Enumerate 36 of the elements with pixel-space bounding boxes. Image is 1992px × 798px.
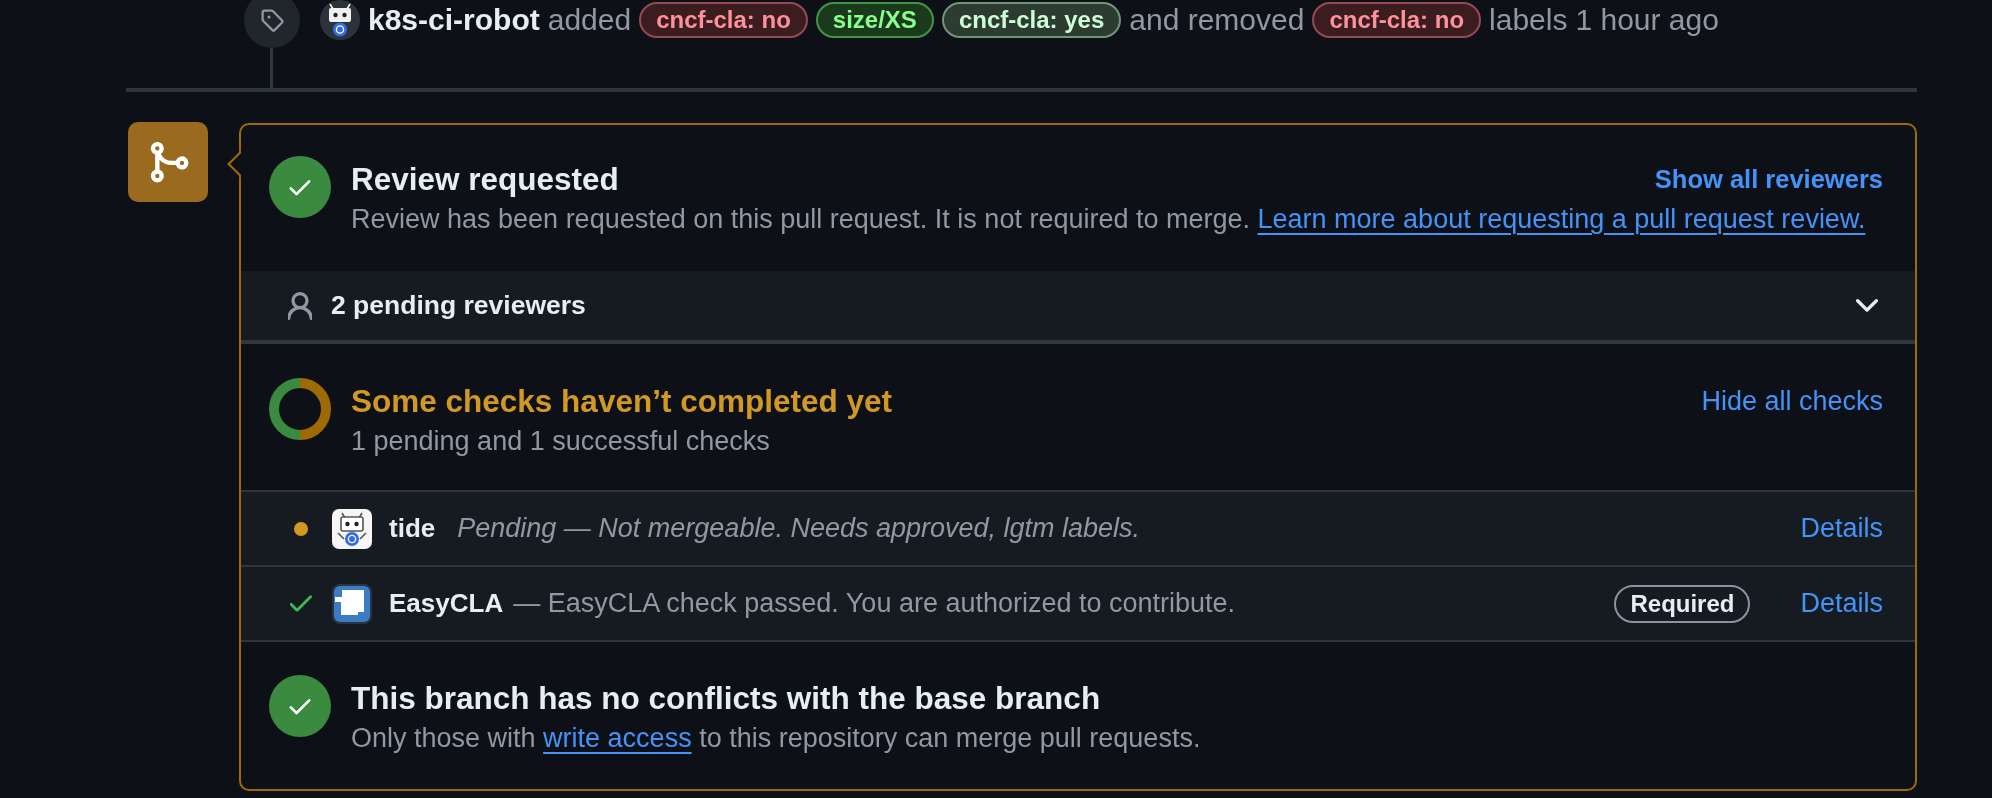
check-description: — EasyCLA check passed. You are authorized to contribute. xyxy=(513,588,1236,619)
check-circle-icon xyxy=(269,156,331,218)
event-text: labels xyxy=(1489,3,1568,37)
label-tag[interactable]: cncf-cla: no xyxy=(1312,2,1482,38)
show-reviewers-link[interactable]: Show all reviewers xyxy=(1654,164,1883,194)
section-title: Some checks haven’t completed yet xyxy=(351,382,892,421)
event-text: added xyxy=(547,3,632,37)
label-tag[interactable]: cncf-cla: no xyxy=(639,2,808,38)
section-title: This branch has no conflicts with the base branch xyxy=(351,679,1101,718)
progress-ring-icon xyxy=(269,378,331,440)
merge-description: Only those with write access to this repository can merge pull requests. xyxy=(351,722,1202,755)
label-tag[interactable]: size/XS xyxy=(815,2,934,38)
section-title: Review requested xyxy=(351,160,619,199)
check-name: EasyCLA xyxy=(389,588,504,619)
username-link[interactable]: k8s-ci-robot xyxy=(368,3,540,37)
learn-more-link[interactable]: Learn more about requesting a pull request review. xyxy=(1257,204,1866,234)
details-link[interactable]: Details xyxy=(1800,513,1883,544)
label-tag[interactable]: cncf-cla: yes xyxy=(941,2,1122,38)
required-label: Required xyxy=(1614,584,1751,623)
check-name: tide xyxy=(389,513,436,544)
person-icon xyxy=(288,291,312,320)
robot-avatar-icon[interactable] xyxy=(320,0,360,40)
review-description: Review has been requested on this pull request. It is not required to merge. Learn more about requesting a pull request review. xyxy=(351,203,1867,236)
tag-icon xyxy=(244,0,300,48)
check-description: Pending — Not mergeable. Needs approved, lgtm labels. xyxy=(457,513,1141,544)
robot-icon xyxy=(332,508,372,549)
check-circle-icon xyxy=(269,675,331,737)
event-text: and removed xyxy=(1129,3,1305,37)
timestamp-link[interactable]: 1 hour ago xyxy=(1575,3,1719,37)
details-link[interactable]: Details xyxy=(1800,588,1883,619)
merge-icon xyxy=(128,122,208,202)
write-access-link[interactable]: write access xyxy=(543,723,692,753)
pending-reviewers-toggle[interactable]: 2 pending reviewers xyxy=(241,271,1915,344)
hide-checks-link[interactable]: Hide all checks xyxy=(1701,385,1883,417)
square-logo-icon xyxy=(332,583,372,624)
checks-summary: 1 pending and 1 successful checks xyxy=(351,425,771,458)
